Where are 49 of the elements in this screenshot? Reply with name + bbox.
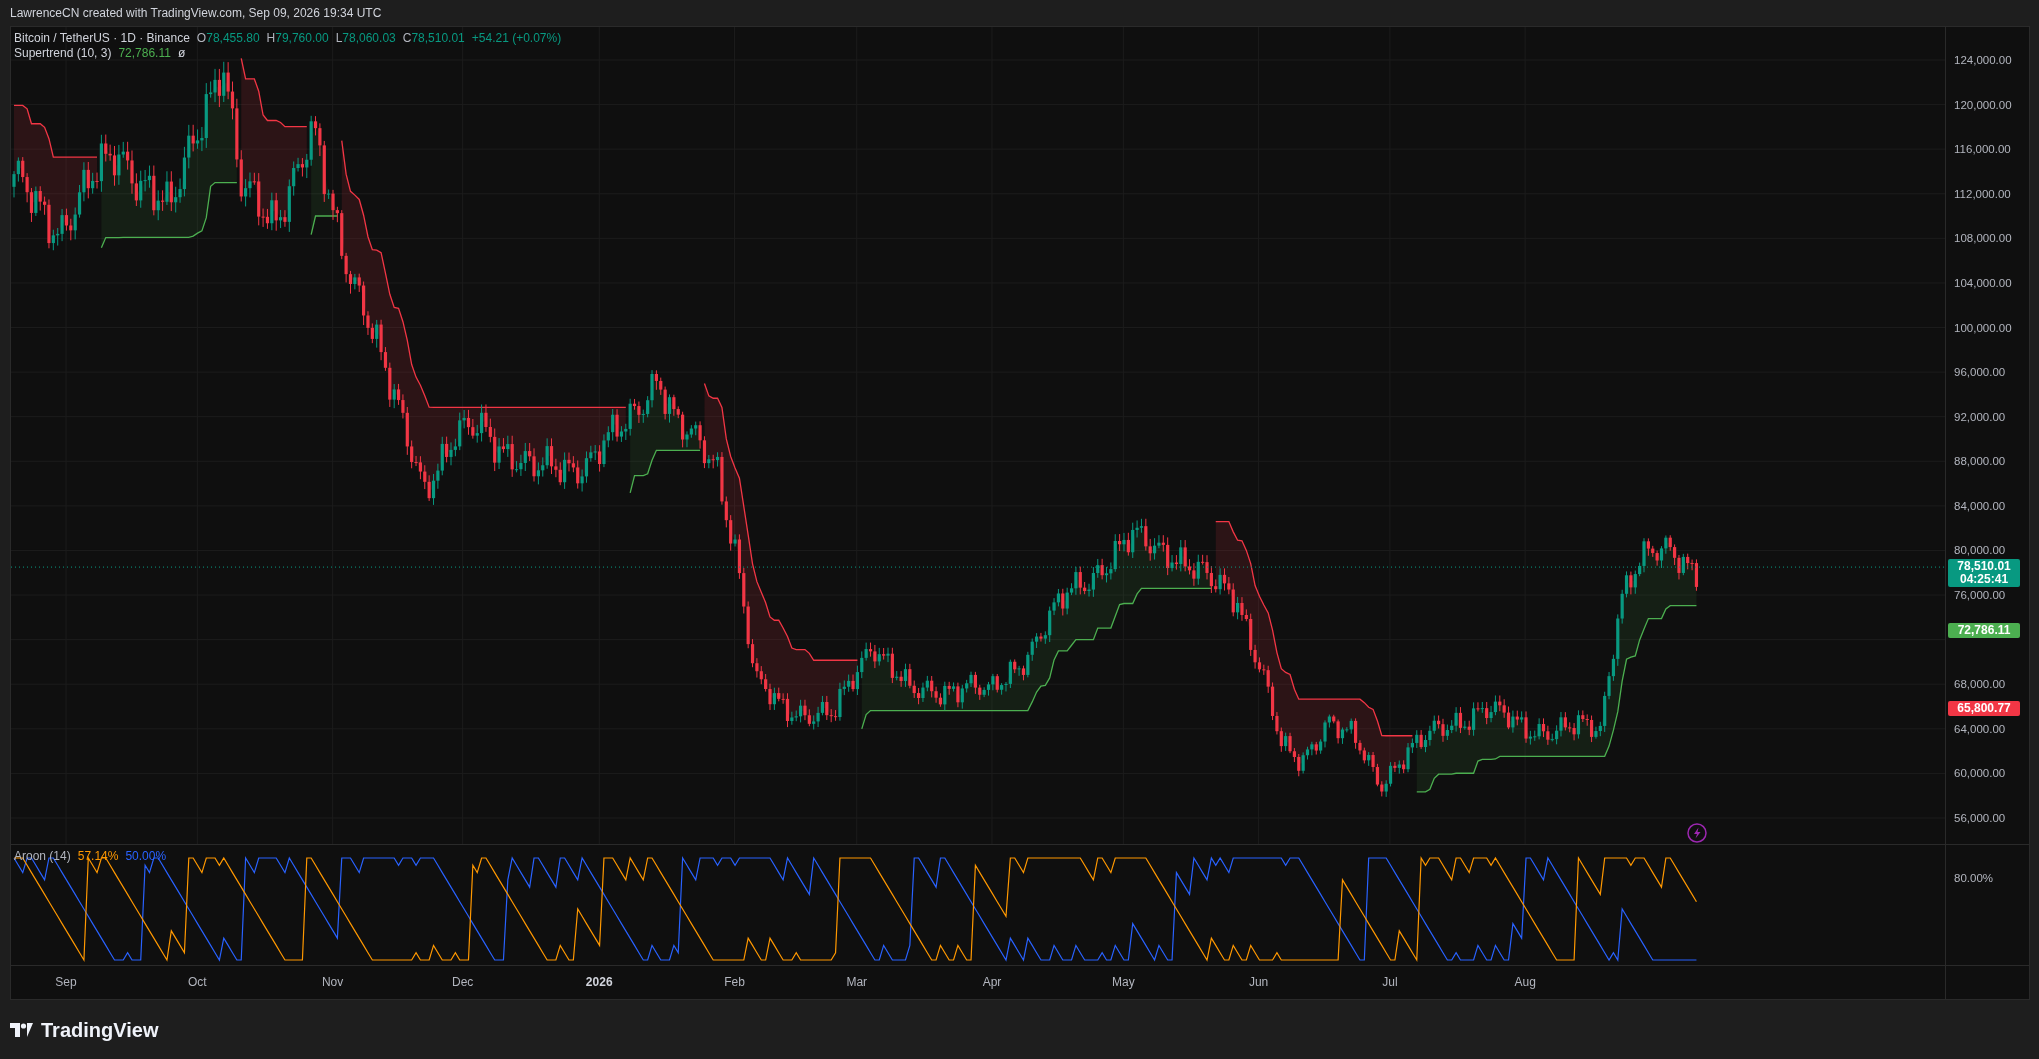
time-axis-label: Apr: [982, 975, 1002, 989]
time-axis-label: Aug: [1514, 975, 1536, 989]
time-axis-label: Sep: [55, 975, 77, 989]
price-axis-label: 60,000.00: [1954, 767, 2006, 780]
indicator-name: Supertrend (10, 3): [14, 46, 112, 60]
time-axis-label: Dec: [452, 975, 474, 989]
price-axis-label: 124,000.00: [1954, 54, 2012, 66]
price-axis-label: 64,000.00: [1954, 722, 2006, 735]
price-axis-label: 88,000.00: [1954, 455, 2006, 468]
ohlc-value: L78,060.03: [335, 31, 396, 45]
price-axis-label: 108,000.00: [1954, 232, 2012, 245]
price-tag: 78,510.01 04:25:41: [1948, 559, 2021, 588]
price-tag: 65,800.77: [1948, 700, 2021, 716]
time-axis-label: Jul: [1382, 975, 1398, 989]
price-axis-label: 104,000.00: [1954, 276, 2012, 289]
price-axis-label: 56,000.00: [1954, 812, 2006, 824]
indicator-symbol: ø: [177, 46, 186, 60]
time-axis-label: Oct: [188, 975, 207, 989]
price-axis-label: 76,000.00: [1954, 589, 2006, 602]
lightning-icon[interactable]: [1687, 823, 1707, 843]
price-axis-label: 92,000.00: [1954, 410, 2006, 423]
price-axis-label: 112,000.00: [1954, 187, 2011, 200]
price-axis-label: 68,000.00: [1954, 678, 2006, 691]
aroon-down-value: 50.00%: [125, 849, 167, 863]
price-axis-label: 96,000.00: [1954, 366, 2006, 379]
indicator-name: Aroon (14): [14, 849, 71, 863]
time-axis-label: May: [1112, 975, 1135, 989]
time-axis-label: Mar: [846, 975, 868, 989]
attribution-text: LawrenceCN created with TradingView.com, Sep 09, 2026 19:34 UTC: [10, 6, 382, 20]
aroon-axis-label: 80.00%: [1954, 872, 1994, 885]
ohlc-value: C78,510.01: [402, 31, 465, 45]
price-axis-label: 120,000.00: [1954, 98, 2012, 111]
price-axis-label: 116,000.00: [1954, 143, 2011, 156]
change-value: +54.21 (+0.07%): [471, 31, 562, 45]
aroon-up-value: 57.14%: [77, 849, 119, 863]
time-axis-label: 2026: [585, 975, 613, 989]
indicator-value: 72,786.11: [118, 46, 171, 60]
price-axis-label: 84,000.00: [1954, 499, 2006, 512]
ohlc-value: O78,455.80: [196, 31, 260, 45]
time-axis-label: Jun: [1248, 975, 1269, 989]
logo-icon: [10, 1023, 35, 1037]
price-axis-label: 100,000.00: [1954, 321, 2012, 334]
time-axis-label: Nov: [321, 975, 344, 989]
ohlc-value: H79,760.00: [266, 31, 329, 45]
price-tag: 72,786.11: [1948, 622, 2021, 638]
time-axis-label: Feb: [724, 975, 745, 989]
symbol-title: Bitcoin / TetherUS · 1D · Binance: [14, 31, 190, 45]
logo-text: TradingView: [41, 1018, 159, 1042]
price-axis-label: 80,000.00: [1954, 544, 2006, 557]
